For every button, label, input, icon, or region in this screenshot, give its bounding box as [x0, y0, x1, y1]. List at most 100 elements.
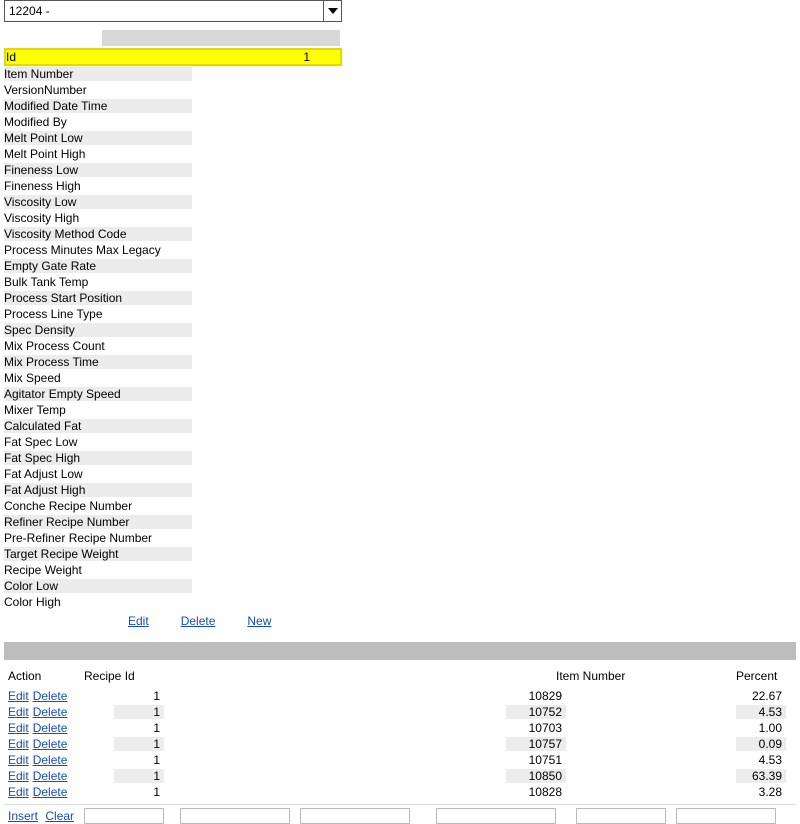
- detail-row: Melt Point Low: [4, 130, 800, 146]
- insert-link[interactable]: Insert: [8, 809, 38, 823]
- cell-recipeid: 1: [114, 769, 164, 783]
- cell-item: 10751: [506, 753, 566, 767]
- detail-label: Color Low: [4, 579, 192, 593]
- dropdown-toggle[interactable]: [323, 1, 341, 21]
- detail-row-id[interactable]: Id 1: [4, 48, 342, 66]
- grid-header: Action Recipe Id Item Number Percent: [4, 668, 796, 684]
- col-recipeid-header: Recipe Id: [84, 669, 174, 683]
- detail-label: Refiner Recipe Number: [4, 515, 192, 529]
- detail-row: Fat Adjust High: [4, 482, 800, 498]
- detail-row: Viscosity Low: [4, 194, 800, 210]
- row-delete-link[interactable]: Delete: [33, 737, 68, 751]
- row-delete-link[interactable]: Delete: [33, 753, 68, 767]
- row-delete-link[interactable]: Delete: [33, 689, 68, 703]
- detail-row: Modified By: [4, 114, 800, 130]
- detail-row: Viscosity High: [4, 210, 800, 226]
- insert-recipeid-input[interactable]: [84, 808, 164, 824]
- detail-row: Process Start Position: [4, 290, 800, 306]
- detail-row: Conche Recipe Number: [4, 498, 800, 514]
- clear-link[interactable]: Clear: [45, 809, 74, 823]
- detail-label: Item Number: [4, 67, 192, 81]
- detail-row: Refiner Recipe Number: [4, 514, 800, 530]
- detail-label: Empty Gate Rate: [4, 259, 192, 273]
- detail-row: Fineness Low: [4, 162, 800, 178]
- detail-label: Viscosity Method Code: [4, 227, 192, 241]
- table-row: EditDelete1107570.09: [4, 736, 796, 752]
- row-delete-link[interactable]: Delete: [33, 705, 68, 719]
- item-dropdown[interactable]: [4, 0, 342, 22]
- detail-row: Mix Process Count: [4, 338, 800, 354]
- cell-percent: 63.39: [736, 769, 786, 783]
- cell-item: 10703: [506, 721, 566, 735]
- row-edit-link[interactable]: Edit: [8, 689, 29, 703]
- detail-list: Id 1 Item Number VersionNumberModified Da…: [4, 48, 800, 610]
- table-row: EditDelete1107514.53: [4, 752, 796, 768]
- insert-item-input[interactable]: [436, 808, 556, 824]
- detail-row: Target Recipe Weight: [4, 546, 800, 562]
- item-dropdown-input[interactable]: [5, 1, 323, 21]
- grid-insert-row: Insert Clear: [4, 804, 796, 824]
- detail-label: Fat Adjust Low: [4, 467, 192, 481]
- row-edit-link[interactable]: Edit: [8, 785, 29, 799]
- row-edit-link[interactable]: Edit: [8, 705, 29, 719]
- record-actions: Edit Delete New: [128, 614, 800, 628]
- detail-label: Fat Adjust High: [4, 483, 192, 497]
- row-edit-link[interactable]: Edit: [8, 737, 29, 751]
- row-delete-link[interactable]: Delete: [33, 721, 68, 735]
- detail-label: Viscosity Low: [4, 195, 192, 209]
- cell-item: 10850: [506, 769, 566, 783]
- detail-row: Fat Spec Low: [4, 434, 800, 450]
- detail-label: Mix Process Count: [4, 339, 192, 353]
- detail-label: Mixer Temp: [4, 403, 192, 417]
- cell-percent: 4.53: [736, 753, 786, 767]
- value-column-header: [102, 30, 340, 46]
- cell-percent: 1.00: [736, 721, 786, 735]
- insert-extra1-input[interactable]: [180, 808, 290, 824]
- edit-link[interactable]: Edit: [128, 614, 149, 628]
- cell-recipeid: 1: [114, 737, 164, 751]
- detail-row: Recipe Weight: [4, 562, 800, 578]
- insert-percent-input[interactable]: [676, 808, 776, 824]
- detail-label: Mix Process Time: [4, 355, 192, 369]
- cell-item: 10752: [506, 705, 566, 719]
- detail-row: Mixer Temp: [4, 402, 800, 418]
- insert-extra3-input[interactable]: [576, 808, 666, 824]
- delete-link[interactable]: Delete: [181, 614, 216, 628]
- new-link[interactable]: New: [247, 614, 271, 628]
- detail-label: Calculated Fat: [4, 419, 192, 433]
- detail-row: Color Low: [4, 578, 800, 594]
- detail-row: Calculated Fat: [4, 418, 800, 434]
- ingredient-grid: Action Recipe Id Item Number Percent Edi…: [4, 668, 796, 824]
- row-delete-link[interactable]: Delete: [33, 769, 68, 783]
- detail-label: Color High: [4, 595, 192, 609]
- detail-label: VersionNumber: [4, 83, 192, 97]
- detail-row: Fat Spec High: [4, 450, 800, 466]
- detail-row: Modified Date Time: [4, 98, 800, 114]
- cell-item: 10828: [506, 785, 566, 799]
- detail-row: Empty Gate Rate: [4, 258, 800, 274]
- cell-recipeid: 1: [114, 721, 164, 735]
- detail-value-id: 1: [194, 50, 340, 64]
- detail-label: Bulk Tank Temp: [4, 275, 192, 289]
- insert-extra2-input[interactable]: [300, 808, 410, 824]
- table-row: EditDelete1108283.28: [4, 784, 796, 800]
- row-edit-link[interactable]: Edit: [8, 721, 29, 735]
- row-edit-link[interactable]: Edit: [8, 753, 29, 767]
- table-row: EditDelete11082922.67: [4, 688, 796, 704]
- detail-label: Viscosity High: [4, 211, 192, 225]
- cell-recipeid: 1: [114, 689, 164, 703]
- cell-recipeid: 1: [114, 705, 164, 719]
- detail-label: Melt Point Low: [4, 131, 192, 145]
- cell-percent: 0.09: [736, 737, 786, 751]
- row-delete-link[interactable]: Delete: [33, 785, 68, 799]
- row-edit-link[interactable]: Edit: [8, 769, 29, 783]
- col-item-header: Item Number: [396, 669, 676, 683]
- detail-label: Mix Speed: [4, 371, 192, 385]
- detail-label: Process Start Position: [4, 291, 192, 305]
- cell-percent: 22.67: [736, 689, 786, 703]
- chevron-down-icon: [328, 8, 338, 14]
- col-percent-header: Percent: [676, 669, 796, 683]
- detail-label: Pre-Refiner Recipe Number: [4, 531, 192, 545]
- detail-label: Agitator Empty Speed: [4, 387, 192, 401]
- detail-label: Fat Spec Low: [4, 435, 192, 449]
